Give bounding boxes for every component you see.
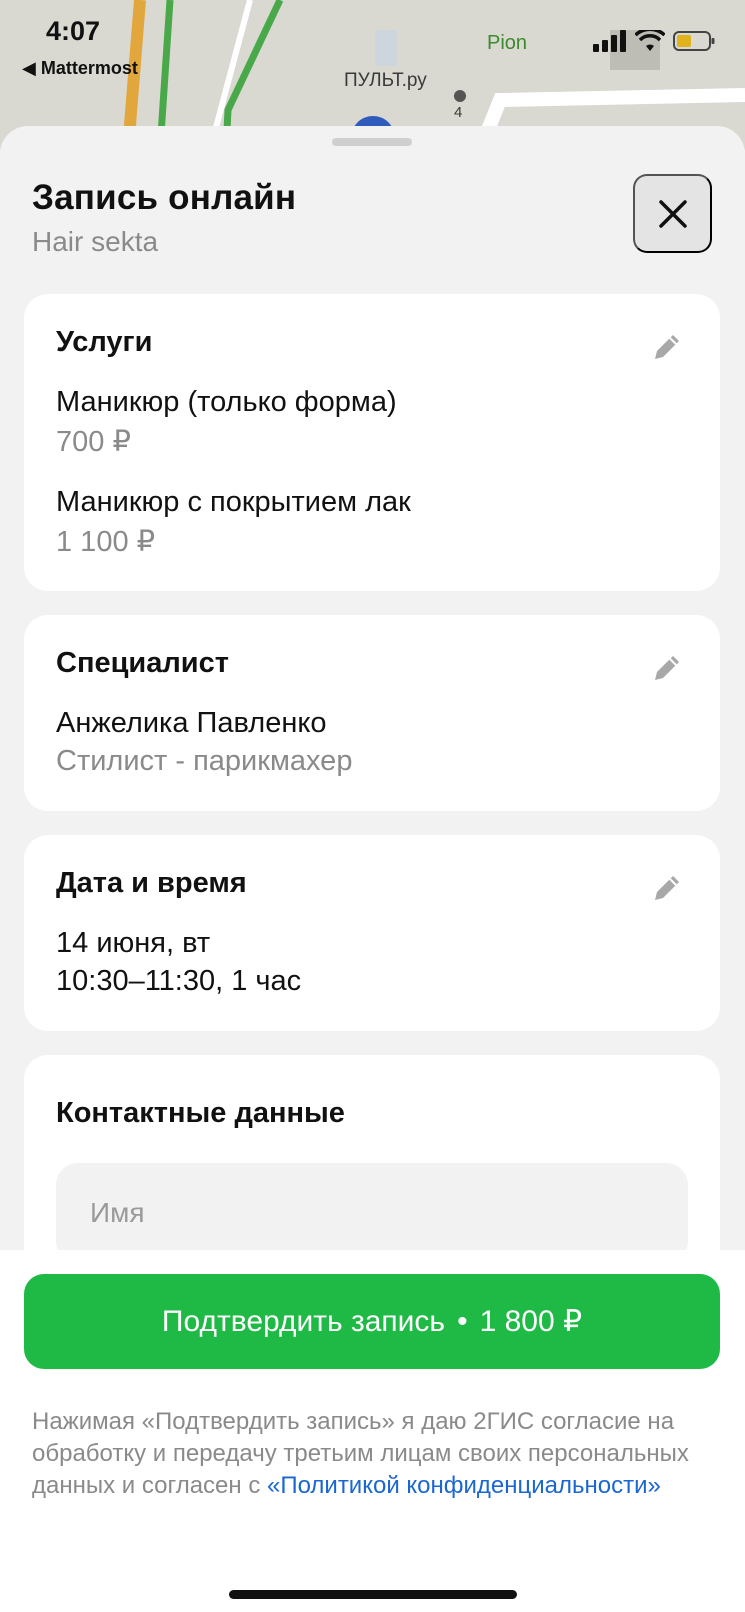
wifi-icon	[635, 30, 665, 51]
battery-icon	[673, 31, 715, 51]
page-title: Запись онлайн	[32, 178, 297, 217]
services-card: Услуги Маникюр (только форма) 700 ₽ Мани…	[24, 294, 720, 591]
datetime-title: Дата и время	[56, 867, 247, 899]
confirm-amount: 1 800 ₽	[479, 1305, 583, 1338]
sheet-grabber[interactable]	[332, 138, 412, 146]
booking-time: 10:30–11:30, 1 час	[56, 965, 302, 997]
bottom-panel: Подтвердить запись • 1 800 ₽ Нажимая «По…	[0, 1250, 745, 1612]
confirm-label: Подтвердить запись	[161, 1304, 446, 1338]
service-name: Маникюр (только форма)	[56, 386, 397, 418]
service-price: 1 100 ₽	[56, 526, 156, 558]
service-name: Маникюр с покрытием лак	[56, 486, 411, 518]
services-title: Услуги	[56, 326, 153, 358]
booking-date: 14 июня, вт	[56, 927, 211, 959]
specialist-name: Анжелика Павленко	[56, 707, 327, 739]
map-poi-pion: Pion	[487, 32, 528, 54]
home-indicator[interactable]	[229, 1590, 517, 1599]
edit-datetime-icon[interactable]	[650, 871, 684, 905]
salon-name: Hair sekta	[32, 226, 159, 257]
contacts-title: Контактные данные	[56, 1097, 345, 1129]
name-input[interactable]	[56, 1163, 688, 1263]
privacy-disclaimer: Нажимая «Подтвердить запись» я даю 2ГИС …	[32, 1406, 722, 1502]
edit-specialist-icon[interactable]	[650, 651, 684, 685]
service-price: 700 ₽	[56, 426, 131, 458]
specialist-role: Стилист - парикмахер	[56, 745, 353, 777]
datetime-card: Дата и время 14 июня, вт 10:30–11:30, 1 …	[24, 835, 720, 1031]
confirm-separator: •	[457, 1304, 468, 1338]
status-indicators	[593, 30, 715, 52]
specialist-card: Специалист Анжелика Павленко Стилист - п…	[24, 615, 720, 811]
status-back-app[interactable]: ◀ Mattermost	[22, 58, 138, 79]
signal-icon	[593, 30, 626, 52]
map-poi-pult: ПУЛЬТ.ру	[344, 70, 427, 91]
status-time: 4:07	[46, 16, 101, 46]
close-icon	[658, 199, 687, 228]
privacy-policy-link[interactable]: «Политикой конфиденциальности»	[267, 1472, 661, 1499]
specialist-title: Специалист	[56, 647, 229, 679]
confirm-booking-button[interactable]: Подтвердить запись • 1 800 ₽	[24, 1274, 720, 1369]
close-button[interactable]	[633, 174, 712, 253]
edit-services-icon[interactable]	[650, 330, 684, 364]
map-house-number: 4	[454, 104, 463, 121]
